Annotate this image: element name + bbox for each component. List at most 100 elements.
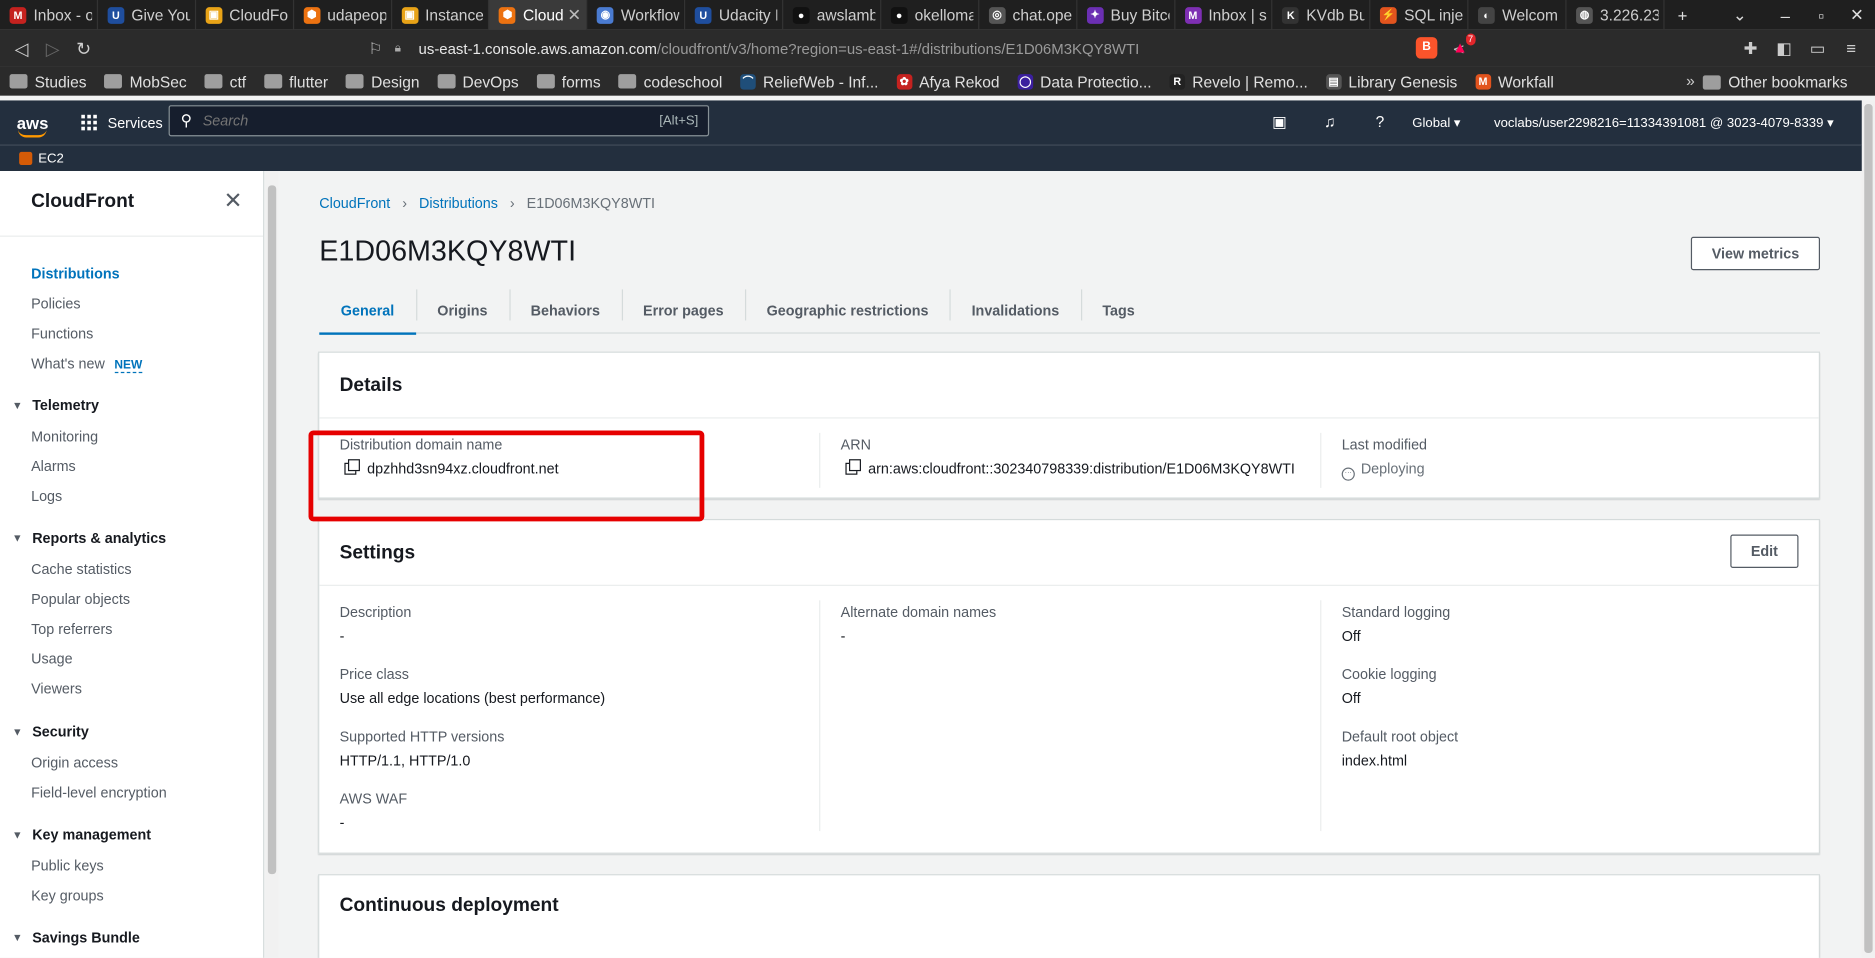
aws-search-box[interactable]: ⚲ [Alt+S] — [168, 105, 710, 137]
bookmark-item[interactable]: R Revelo | Remo... — [1169, 72, 1308, 90]
wallet-icon[interactable]: ▭ — [1801, 38, 1834, 58]
bookmark-item[interactable]: ⌒ ReliefWeb - Inf... — [740, 72, 878, 90]
tab-origins[interactable]: Origins — [415, 287, 509, 334]
sidebar-section-header[interactable]: ▼ Key management — [12, 826, 151, 843]
close-tab-icon[interactable]: ✕ — [567, 5, 581, 25]
tab-geographic-restrictions[interactable]: Geographic restrictions — [745, 287, 950, 334]
account-menu[interactable]: voclabs/user2298216=11334391081 @ 3023-4… — [1494, 114, 1834, 129]
maximize-window-button[interactable]: ▫ — [1803, 5, 1839, 24]
sidebar-section-header[interactable]: ▼ Reports & analytics — [12, 530, 166, 547]
browser-tab[interactable]: ◉ Workflow — [587, 0, 686, 30]
new-tab-button[interactable]: + — [1665, 5, 1701, 24]
breadcrumb-cloudfront[interactable]: CloudFront — [319, 195, 390, 212]
tab-invalidations[interactable]: Invalidations — [950, 287, 1081, 334]
browser-tab[interactable]: M Inbox - o — [0, 0, 98, 30]
bookmarks-overflow-chevron[interactable]: » — [1686, 72, 1695, 90]
tab-search-icon[interactable]: ⌄ — [1722, 5, 1758, 25]
view-metrics-button[interactable]: View metrics — [1690, 236, 1821, 271]
services-menu-button[interactable]: Services — [81, 114, 163, 131]
browser-tab[interactable]: ◎ chat.ope — [979, 0, 1077, 30]
sidebar-section-header[interactable]: ▼ Savings Bundle — [12, 929, 140, 946]
sidebar-item[interactable]: Field-level encryption — [31, 784, 167, 801]
reload-button[interactable]: ↻ — [68, 38, 99, 59]
sidebar-item[interactable]: Public keys — [31, 857, 104, 874]
sidebar-section-header[interactable]: ▼ Telemetry — [12, 397, 99, 414]
cloudshell-icon[interactable]: ▣ — [1270, 112, 1289, 131]
browser-tab[interactable]: ⬢ Cloud ✕ — [489, 0, 588, 30]
browser-tab[interactable]: ✦ Buy Bitco — [1077, 0, 1175, 30]
browser-tab[interactable]: ⚡ SQL injec — [1371, 0, 1469, 30]
aws-logo[interactable]: aws — [17, 113, 50, 137]
notifications-icon[interactable]: ♫ — [1320, 112, 1339, 131]
browser-tab[interactable]: M Inbox | sa — [1175, 0, 1273, 30]
bookmark-icon[interactable]: ⚐ — [356, 39, 394, 58]
menu-icon[interactable]: ≡ — [1834, 38, 1867, 58]
browser-tab[interactable]: K KVdb Bu — [1273, 0, 1371, 30]
extensions-icon[interactable]: ✚ — [1734, 38, 1767, 58]
sidebar-item[interactable]: Cache statistics — [31, 561, 131, 578]
favorite-ec2-link[interactable]: EC2 — [38, 151, 64, 165]
lock-icon[interactable]: 🔒︎ — [395, 42, 412, 55]
bookmark-item[interactable]: Studies — [9, 72, 87, 90]
sidebar-item[interactable]: Origin access — [31, 755, 118, 772]
bookmark-item[interactable]: ✿ Afya Rekod — [896, 72, 999, 90]
page-scrollbar[interactable] — [1861, 100, 1875, 958]
sidebar-item[interactable]: Logs — [31, 488, 62, 505]
tab-general[interactable]: General — [319, 287, 416, 335]
region-selector[interactable]: Global ▾ — [1412, 114, 1460, 129]
sidebar-scroll-thumb[interactable] — [267, 185, 277, 875]
tab-error-pages[interactable]: Error pages — [621, 287, 746, 334]
browser-tab[interactable]: ▣ Instance — [392, 0, 490, 30]
sidebar-item[interactable]: Viewers — [31, 680, 82, 697]
minimize-window-button[interactable]: – — [1767, 5, 1803, 24]
edit-settings-button[interactable]: Edit — [1730, 534, 1799, 569]
browser-tab[interactable]: ◐ Welcom — [1469, 0, 1567, 30]
help-icon[interactable]: ? — [1370, 112, 1389, 131]
sidebar-item[interactable]: Functions — [31, 325, 93, 342]
bookmark-item[interactable]: codeschool — [618, 72, 722, 90]
tab-tags[interactable]: Tags — [1080, 287, 1156, 334]
sidebar-section-header[interactable]: ▼ Security — [12, 723, 89, 740]
sidebar-item[interactable]: Usage — [31, 651, 72, 668]
sidebar-item[interactable]: Top referrers — [31, 621, 112, 638]
browser-tab[interactable]: ▣ CloudFor — [196, 0, 294, 30]
brave-shields-icon[interactable]: B — [1415, 37, 1438, 59]
search-input[interactable] — [202, 112, 610, 130]
browser-tab[interactable]: ● awslamb — [783, 0, 882, 30]
forward-button[interactable]: ▷ — [37, 38, 68, 59]
browser-tab[interactable]: ⬢ udapeop — [294, 0, 392, 30]
bookmark-item[interactable]: Design — [345, 72, 419, 90]
browser-tab[interactable]: ● okelloma — [881, 0, 980, 30]
sidebar-item[interactable]: Distributions — [31, 265, 119, 282]
bookmark-item[interactable]: ctf — [204, 72, 246, 90]
tab-behaviors[interactable]: Behaviors — [509, 287, 621, 334]
brave-rewards-icon[interactable]: ▲ 7 — [1449, 33, 1476, 59]
sidebar-item[interactable]: Monitoring — [31, 428, 98, 445]
copy-icon[interactable] — [845, 459, 861, 475]
browser-tab[interactable]: U Give Your — [98, 0, 196, 30]
page-scroll-thumb[interactable] — [1864, 104, 1873, 954]
bookmark-item[interactable]: ▤ Library Genesis — [1325, 72, 1457, 90]
bookmark-item[interactable]: DevOps — [437, 72, 519, 90]
close-sidebar-icon[interactable]: ✕ — [224, 188, 243, 216]
other-bookmarks[interactable]: Other bookmarks — [1703, 73, 1848, 91]
sidebar-item[interactable]: Policies — [31, 295, 80, 312]
browser-tab[interactable]: ◍ 3.226.23 — [1566, 0, 1665, 30]
breadcrumb-distributions[interactable]: Distributions — [419, 195, 498, 212]
bookmark-item[interactable]: forms — [536, 72, 601, 90]
browser-tab[interactable]: U Udacity F — [685, 0, 784, 30]
bookmark-item[interactable]: flutter — [264, 72, 328, 90]
sidebar-title[interactable]: CloudFront — [31, 191, 134, 213]
bookmark-item[interactable]: M Workfall — [1475, 72, 1554, 90]
back-button[interactable]: ◁ — [6, 38, 37, 59]
sidebar-item[interactable]: Key groups — [31, 887, 104, 904]
bookmark-item[interactable]: ◯ Data Protectio... — [1017, 72, 1152, 90]
bookmark-item[interactable]: MobSec — [104, 72, 187, 90]
sidebar-toggle-icon[interactable]: ◧ — [1767, 38, 1800, 58]
sidebar-item[interactable]: Popular objects — [31, 591, 130, 608]
sidebar-item[interactable]: Alarms — [31, 458, 76, 475]
sidebar-scrollbar[interactable] — [265, 170, 279, 958]
sidebar-item[interactable]: What's new NEW — [31, 355, 143, 374]
close-window-button[interactable]: ✕ — [1839, 5, 1875, 25]
address-bar[interactable]: ⚐ 🔒︎ us-east-1.console.aws.amazon.com /c… — [356, 35, 1476, 63]
